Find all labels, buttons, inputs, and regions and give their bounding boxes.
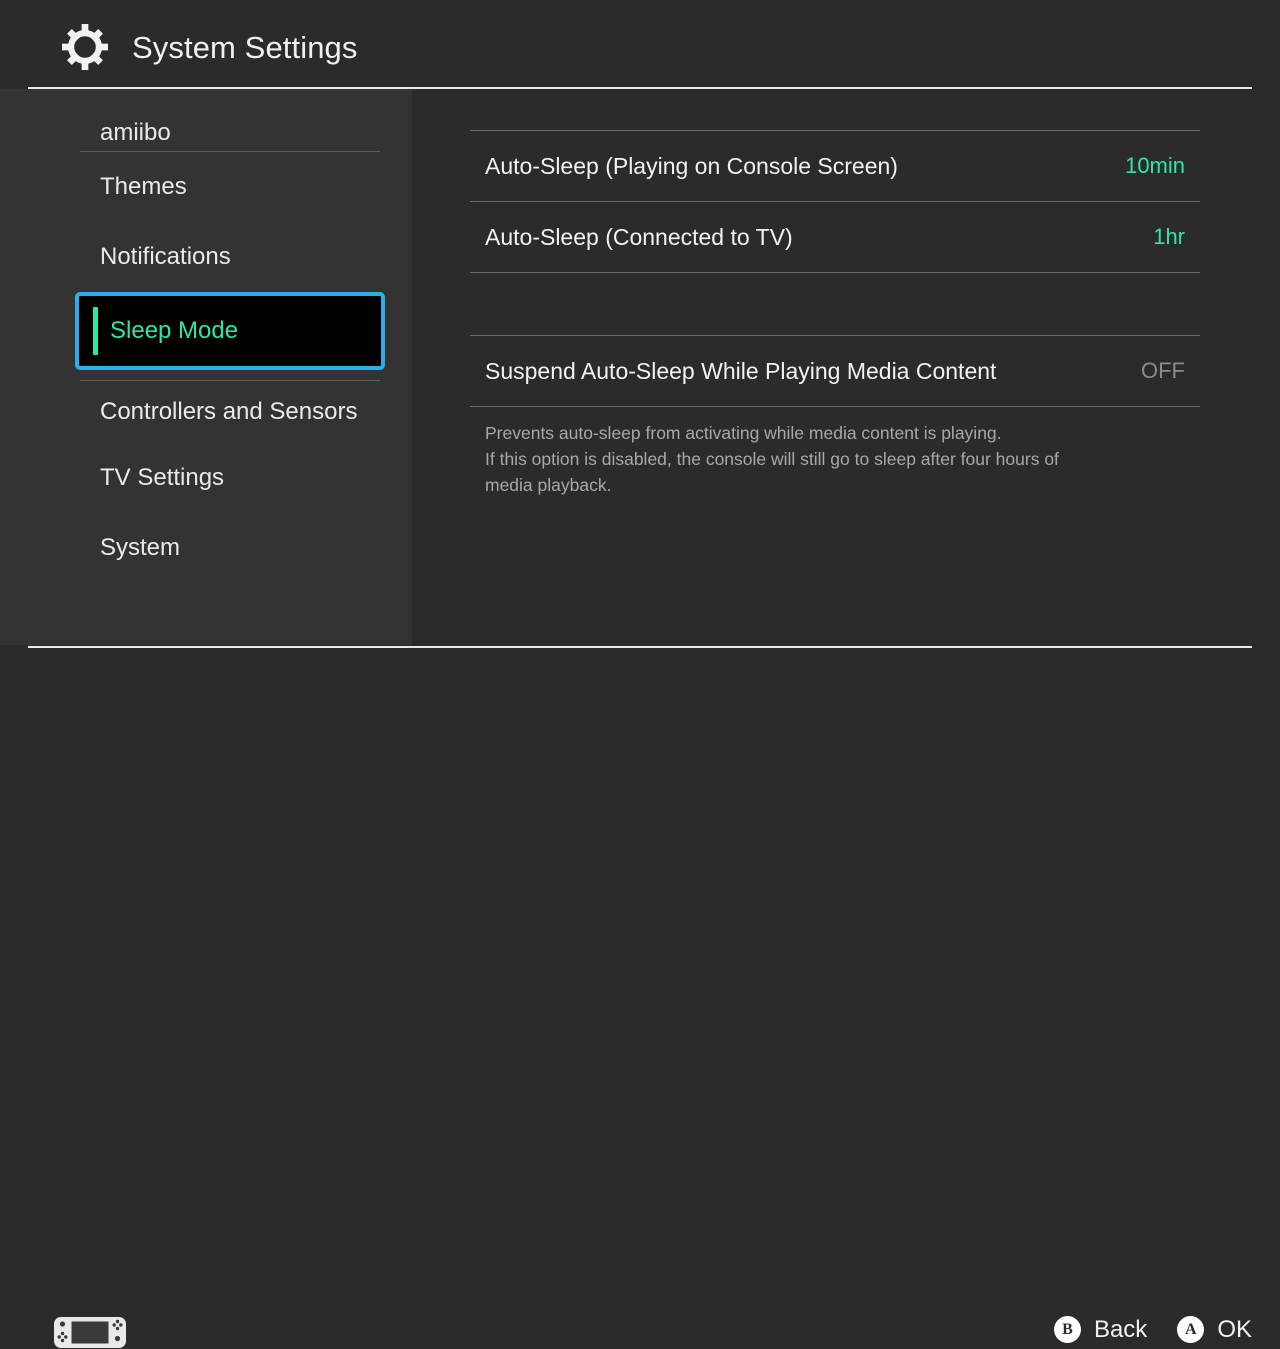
- header-inner: System Settings: [62, 24, 357, 70]
- setting-row-auto-sleep-tv[interactable]: Auto-Sleep (Connected to TV) 1hr: [470, 202, 1200, 272]
- sidebar[interactable]: amiibo Themes Notifications Sleep Mode C…: [0, 89, 412, 645]
- settings-list: Auto-Sleep (Playing on Console Screen) 1…: [470, 130, 1200, 498]
- description-line: Prevents auto-sleep from activating whil…: [485, 423, 1002, 443]
- system-settings-screen: System Settings amiibo Themes Notificati…: [0, 0, 1280, 1348]
- setting-toggle-value[interactable]: OFF: [1141, 360, 1185, 382]
- description-line: If this option is disabled, the console …: [485, 449, 1059, 469]
- setting-row-suspend-auto-sleep-media[interactable]: Suspend Auto-Sleep While Playing Media C…: [470, 336, 1200, 406]
- setting-value: 1hr: [1153, 224, 1185, 249]
- sidebar-item-notifications[interactable]: Notifications: [0, 222, 412, 292]
- description-line: media playback.: [485, 475, 612, 495]
- sidebar-item-sleep-mode[interactable]: Sleep Mode: [75, 292, 385, 370]
- row-divider: [470, 406, 1200, 407]
- setting-value: 10min: [1125, 153, 1185, 178]
- a-button-icon: A: [1177, 1316, 1205, 1343]
- sidebar-item-themes[interactable]: Themes: [0, 152, 412, 222]
- sidebar-scroll-area: amiibo Themes Notifications Sleep Mode C…: [0, 89, 412, 583]
- hint-label: Back: [1093, 1315, 1148, 1343]
- hint-back[interactable]: B Back: [1053, 1315, 1148, 1343]
- setting-label: Auto-Sleep (Connected to TV): [485, 223, 793, 250]
- sidebar-item-system[interactable]: System: [0, 513, 412, 583]
- sidebar-item-label: Themes: [100, 173, 187, 200]
- header: System Settings: [0, 0, 1280, 89]
- b-button-icon: B: [1053, 1316, 1081, 1343]
- sidebar-item-amiibo[interactable]: amiibo: [0, 89, 412, 151]
- hint-label: OK: [1217, 1315, 1252, 1343]
- footer: B Back A OK: [0, 648, 1280, 1348]
- sidebar-item-label: Controllers and Sensors: [100, 398, 358, 425]
- setting-label: Suspend Auto-Sleep While Playing Media C…: [485, 357, 997, 384]
- hint-ok[interactable]: A OK: [1177, 1316, 1252, 1343]
- main-panel: Auto-Sleep (Playing on Console Screen) 1…: [412, 89, 1280, 645]
- selection-accent-bar: [93, 307, 98, 355]
- page-title: System Settings: [132, 29, 358, 65]
- button-hints: B Back A OK: [1053, 1315, 1252, 1343]
- sidebar-item-label: System: [100, 534, 181, 561]
- setting-label: Auto-Sleep (Playing on Console Screen): [485, 152, 898, 179]
- sidebar-item-controllers-and-sensors[interactable]: Controllers and Sensors: [0, 381, 412, 443]
- sidebar-item-label: Notifications: [100, 243, 231, 270]
- setting-row-blank: [470, 273, 1200, 335]
- sidebar-item-label: Sleep Mode: [110, 317, 239, 344]
- sidebar-item-tv-settings[interactable]: TV Settings: [0, 443, 412, 513]
- gear-icon: [62, 24, 108, 70]
- setting-description: Prevents auto-sleep from activating whil…: [470, 420, 1165, 498]
- sidebar-item-label: amiibo: [100, 119, 171, 146]
- setting-row-auto-sleep-console[interactable]: Auto-Sleep (Playing on Console Screen) 1…: [470, 131, 1200, 201]
- sidebar-item-label: TV Settings: [100, 464, 225, 491]
